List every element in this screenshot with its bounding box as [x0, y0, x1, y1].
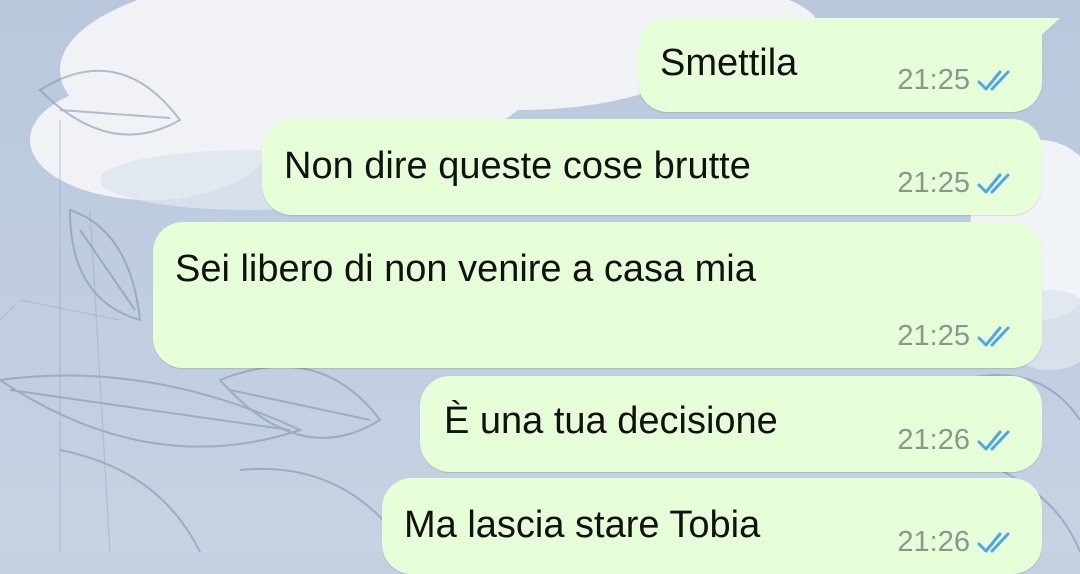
double-check-read-icon	[977, 326, 1010, 346]
message-time: 21:25	[897, 167, 970, 199]
message-text: Ma lascia stare Tobia	[404, 504, 761, 546]
message-time: 21:25	[897, 320, 970, 352]
message-time: 21:26	[897, 526, 970, 558]
bubble-tail	[1036, 18, 1060, 40]
message-time: 21:26	[897, 424, 970, 456]
message-bubble[interactable]: Non dire queste cose brutte 21:25	[262, 119, 1042, 215]
message-time: 21:25	[897, 64, 970, 96]
message-bubble[interactable]: Sei libero di non venire a casa mia 21:2…	[153, 222, 1042, 368]
message-bubble[interactable]: È una tua decisione 21:26	[420, 376, 1042, 472]
message-text: È una tua decisione	[444, 400, 778, 442]
double-check-read-icon	[977, 430, 1010, 450]
message-text: Sei libero di non venire a casa mia	[175, 248, 756, 290]
message-bubble[interactable]: Ma lascia stare Tobia 21:26	[382, 478, 1042, 574]
double-check-read-icon	[977, 173, 1010, 193]
double-check-read-icon	[977, 70, 1010, 90]
message-bubble[interactable]: Smettila 21:25	[638, 18, 1060, 112]
message-text: Non dire queste cose brutte	[284, 145, 751, 187]
message-text: Smettila	[660, 42, 798, 84]
